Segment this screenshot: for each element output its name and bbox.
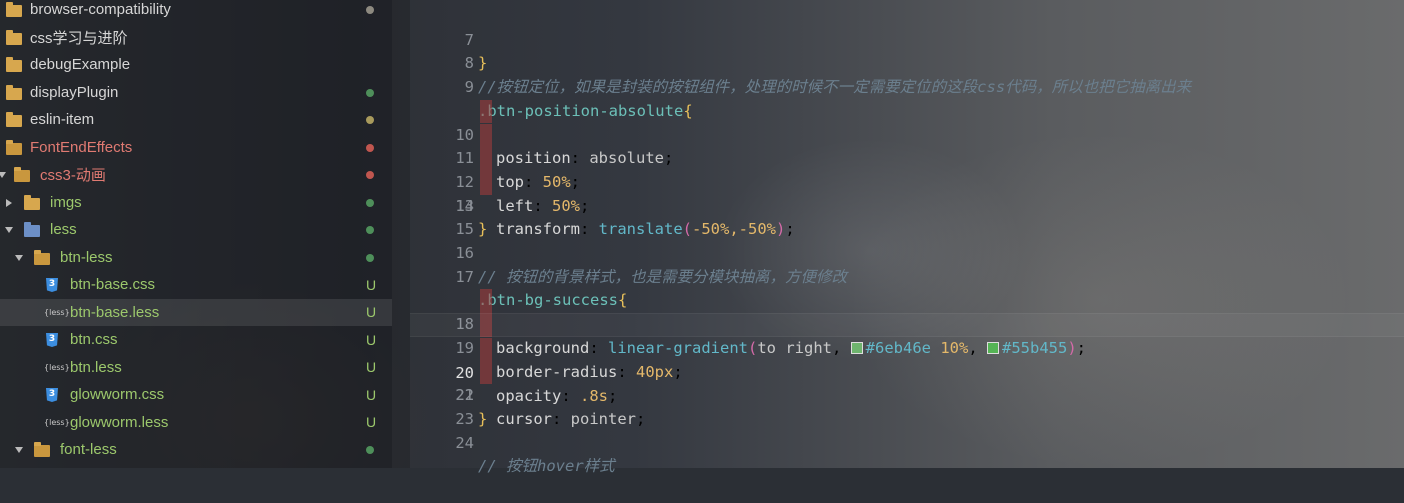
status-dot (366, 226, 374, 234)
less-file-icon: {less} (44, 307, 70, 317)
css3-file-icon: 3 (46, 278, 58, 292)
code-line: 13 transform: translate(-50%,-50%); (410, 147, 1404, 238)
git-status-untracked: U (366, 386, 377, 403)
tree-item-btn-less[interactable]: btn-less (0, 244, 392, 272)
code-line: 11 top: 50%; (410, 100, 1404, 191)
tree-item-label: css学习与进阶 (30, 29, 128, 47)
status-dot (366, 253, 374, 262)
code-line: 8 //按钮定位，如果是封装的按钮组件，处理的时候不一定需要定位的这段css代码… (410, 29, 1404, 96)
tree-item-less[interactable]: less (0, 216, 392, 244)
less-folder-icon (24, 222, 40, 237)
line-number: 24 (455, 433, 474, 452)
status-dot (366, 171, 374, 179)
tree-item-btn-less-file[interactable]: {less} btn.less U (0, 354, 392, 382)
tree-item-label: browser-compatibility (30, 1, 171, 19)
chevron-right-icon[interactable] (6, 198, 12, 207)
code-line: 15 (410, 195, 1404, 238)
folder-open-icon (34, 442, 50, 457)
tree-item-font-less[interactable]: font-less (0, 436, 392, 464)
tree-item-label: btn-base.css (70, 276, 156, 294)
chevron-down-icon[interactable] (15, 254, 23, 261)
tree-item-label: debugExample (30, 56, 131, 74)
tree-item-browser-compatibility[interactable]: browser-compatibility (0, 0, 392, 24)
code-line: 18 background: linear-gradient(to right,… (410, 266, 1404, 357)
less-file-icon: {less} (44, 417, 70, 427)
code-line: 24 // 按钮hover样式 (410, 408, 1404, 476)
folder-icon (24, 194, 40, 210)
code-comment: // 按钮hover样式 (478, 457, 615, 476)
code-line: 22 } (410, 361, 1404, 428)
folder-open-icon (34, 249, 50, 265)
code-line: 9 .btn-position-absolute{ (410, 52, 1404, 120)
tree-item-label: btn-less (60, 248, 113, 266)
tree-item-css3-animation[interactable]: css3-动画 (0, 161, 392, 189)
code-line: 12 left: 50%; (410, 124, 1404, 215)
folder-icon (6, 57, 22, 72)
tree-item-imgs[interactable]: imgs (0, 189, 392, 217)
code-line: 23 (410, 384, 1404, 428)
status-dot (366, 198, 374, 207)
tree-item-label: displayPlugin (30, 83, 119, 101)
status-dot (366, 88, 374, 97)
tree-item-label: btn.css (70, 331, 118, 349)
code-line: 17 .btn-bg-success{ (410, 242, 1404, 310)
tree-item-label: btn.less (70, 358, 122, 376)
status-dot (366, 6, 374, 14)
code-line: 10 position: absolute; (410, 76, 1404, 167)
sidebar-divider[interactable] (392, 0, 410, 468)
tree-item-label: css3-动画 (40, 167, 106, 185)
git-status-untracked: U (366, 276, 377, 293)
tree-item-btn-base-less[interactable]: {less} btn-base.less U (0, 298, 392, 326)
status-dot (366, 446, 374, 454)
folder-icon (6, 29, 22, 45)
tree-item-btn-base-css[interactable]: 3 btn-base.css U (0, 271, 392, 299)
code-line-active: 20 opacity: .8s; (410, 313, 1404, 405)
tree-item-label: glowworm.less (70, 413, 169, 431)
code-line: 14 } (410, 171, 1404, 239)
git-status-untracked: U (366, 414, 377, 431)
folder-open-icon (14, 167, 30, 182)
less-file-icon: {less} (44, 362, 70, 372)
tree-item-displayplugin[interactable]: displayPlugin (0, 79, 392, 107)
tree-item-eslin-item[interactable]: eslin-item (0, 106, 392, 134)
tree-item-label: imgs (50, 193, 82, 211)
tree-item-glowworm-less[interactable]: {less} glowworm.less U (0, 409, 392, 437)
folder-icon (6, 2, 22, 17)
chevron-down-icon[interactable] (15, 447, 23, 453)
tree-item-debugexample[interactable]: debugExample (0, 51, 392, 79)
git-status-untracked: U (366, 359, 377, 376)
tree-item-glowworm-css[interactable]: 3 glowworm.css U (0, 381, 392, 409)
status-dot (366, 143, 374, 152)
tree-item-label: btn-base.less (70, 303, 160, 321)
code-editor[interactable]: 7 } 8 //按钮定位，如果是封装的按钮组件，处理的时候不一定需要定位的这段c… (410, 0, 1404, 476)
folder-icon (6, 112, 22, 127)
git-status-untracked: U (366, 331, 377, 348)
tree-item-label: glowworm.css (70, 386, 165, 404)
code-line: 21 cursor: pointer; (410, 337, 1404, 428)
tree-item-label: font-less (60, 441, 117, 459)
tree-item-label: less (50, 221, 77, 239)
code-line: 19 border-radius: 40px; (410, 289, 1404, 381)
folder-open-icon (6, 139, 22, 155)
tree-item-css-learning[interactable]: css学习与进阶 (0, 24, 392, 52)
css3-file-icon: 3 (46, 333, 58, 347)
git-status-untracked: U (366, 304, 377, 321)
file-explorer: browser-compatibility css学习与进阶 debugExam… (0, 0, 392, 468)
chevron-down-icon[interactable] (5, 227, 13, 233)
tree-item-btn-css[interactable]: 3 btn.css U (0, 326, 392, 354)
tree-item-label: FontEndEffects (30, 138, 133, 156)
code-line: 7 } (410, 5, 1404, 73)
css3-file-icon: 3 (46, 388, 58, 402)
code-line: 16 // 按钮的背景样式，也是需要分模块抽离，方便修改 (410, 218, 1404, 286)
status-dot (366, 116, 374, 124)
tree-item-fontendeffects[interactable]: FontEndEffects (0, 134, 392, 162)
tree-item-label: eslin-item (30, 111, 95, 129)
folder-icon (6, 84, 22, 100)
chevron-down-icon[interactable] (0, 172, 6, 178)
